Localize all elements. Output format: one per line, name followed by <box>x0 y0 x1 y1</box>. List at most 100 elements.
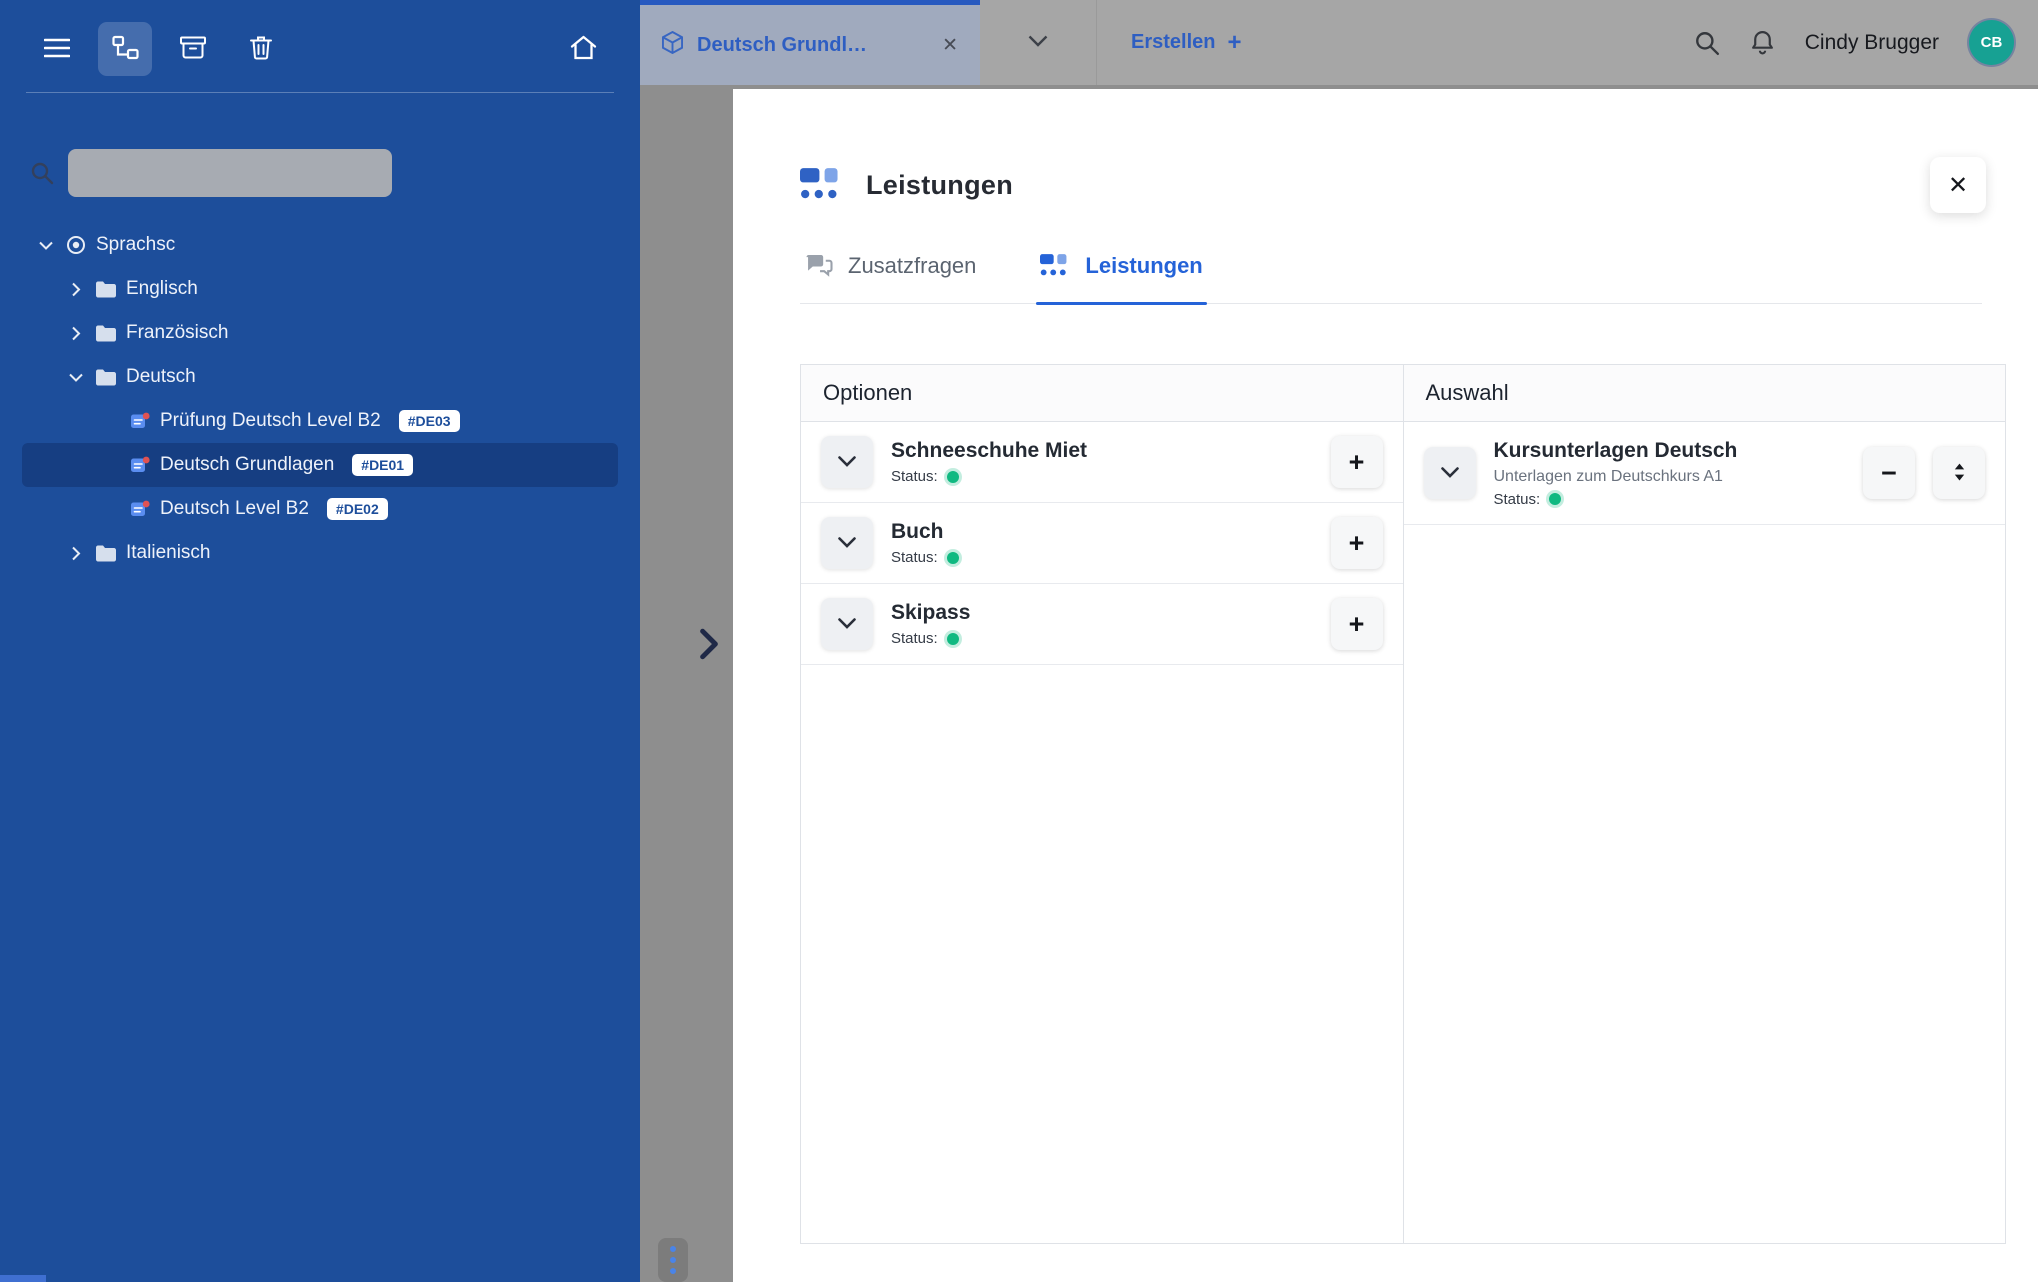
tree-item-label: Deutsch <box>126 366 196 387</box>
tree-item-deutsch-grundlagen[interactable]: Deutsch Grundlagen #DE01 <box>22 443 618 487</box>
option-row-schneeschuhe: Schneeschuhe Miet Status: + <box>801 422 1403 503</box>
tree-search-input[interactable] <box>68 149 392 197</box>
expand-selection-button[interactable] <box>1423 447 1476 499</box>
chevron-right-icon[interactable] <box>66 282 86 296</box>
tab-zusatzfragen[interactable]: Zusatzfragen <box>800 253 980 303</box>
selection-column: Auswahl Kursunterlagen Deutsch Unterlage… <box>1402 365 2005 1243</box>
option-row-buch: Buch Status: + <box>801 503 1403 584</box>
kebab-handle-icon[interactable] <box>658 1238 688 1282</box>
chevron-down-icon[interactable] <box>36 241 56 250</box>
chevron-right-icon[interactable] <box>66 546 86 560</box>
trash-icon <box>250 35 272 63</box>
avatar-initials: CB <box>1980 34 2003 51</box>
expand-option-button[interactable] <box>821 598 873 650</box>
scrollbar-thumb[interactable] <box>0 1275 46 1282</box>
user-name[interactable]: Cindy Brugger <box>1805 31 1939 55</box>
create-button-label: Erstellen <box>1131 31 1216 53</box>
reorder-button[interactable] <box>1933 447 1985 499</box>
tree-item-sprachsc[interactable]: Sprachsc <box>22 223 618 267</box>
status-line: Status: <box>1494 491 1842 508</box>
tree-item-label: Deutsch Grundlagen <box>160 454 335 475</box>
options-header: Optionen <box>801 365 1403 422</box>
add-option-button[interactable]: + <box>1330 517 1383 569</box>
tree-item-label: Englisch <box>126 278 198 299</box>
option-row-skipass: Skipass Status: + <box>801 584 1403 665</box>
option-main: Schneeschuhe Miet Status: <box>891 439 1313 485</box>
status-label: Status: <box>891 468 938 485</box>
leistungen-icon <box>800 168 844 202</box>
tab-list-dropdown[interactable] <box>980 0 1097 85</box>
target-icon <box>66 235 86 255</box>
transfer-columns: Optionen Schneeschuhe Miet Status: + Buc… <box>800 364 2006 1244</box>
remove-selection-button[interactable]: − <box>1863 447 1915 499</box>
status-line: Status: <box>891 549 1313 566</box>
sidebar-divider <box>26 92 614 93</box>
sidebar: Sprachsc Englisch Französisch Deutsch Pr… <box>0 0 640 1282</box>
menu-button[interactable] <box>30 22 84 76</box>
tab-label: Zusatzfragen <box>848 253 977 278</box>
chevron-down-icon <box>838 617 856 632</box>
create-button[interactable]: Erstellen + <box>1097 0 1276 85</box>
tree-item-italienisch[interactable]: Italienisch <box>22 531 618 575</box>
status-dot-icon <box>946 551 959 564</box>
notifications-bell-icon[interactable] <box>1750 29 1775 56</box>
hamburger-icon <box>43 38 71 61</box>
chevron-down-icon <box>1028 34 1048 52</box>
tab-label: Deutsch Grundl… <box>697 33 868 56</box>
option-main: Skipass Status: <box>891 601 1313 647</box>
add-option-button[interactable]: + <box>1330 436 1383 488</box>
tree-item-deutsch-level-b2[interactable]: Deutsch Level B2 #DE02 <box>22 487 618 531</box>
expand-option-button[interactable] <box>821 436 873 488</box>
selection-subtitle: Unterlagen zum Deutschkurs A1 <box>1493 467 1723 485</box>
course-code-badge: #DE03 <box>398 409 460 433</box>
folder-icon <box>96 369 116 386</box>
course-code-badge: #DE02 <box>326 497 388 521</box>
chevron-down-icon <box>838 455 856 470</box>
course-tree: Sprachsc Englisch Französisch Deutsch Pr… <box>0 223 640 575</box>
panel-header: Leistungen ✕ <box>800 157 1986 213</box>
tree-item-deutsch[interactable]: Deutsch <box>22 355 618 399</box>
course-cube-icon <box>662 30 683 59</box>
sidebar-toolbar <box>0 0 640 92</box>
archive-button[interactable] <box>166 22 220 76</box>
course-code-badge: #DE01 <box>352 453 414 477</box>
panel-title: Leistungen <box>866 169 1014 200</box>
status-dot-icon <box>946 470 959 483</box>
sort-arrows-icon <box>1952 458 1967 489</box>
leistungen-panel: Leistungen ✕ Zusatzfragen Leistungen Opt… <box>733 89 2038 1282</box>
status-line: Status: <box>891 630 1313 647</box>
trash-button[interactable] <box>234 22 288 76</box>
tree-item-pruefung-deutsch-b2[interactable]: Prüfung Deutsch Level B2 #DE03 <box>22 399 618 443</box>
tree-item-englisch[interactable]: Englisch <box>22 267 618 311</box>
topbar: Deutsch Grundl… ✕ Erstellen + Cindy Brug… <box>640 0 2038 85</box>
global-search-icon[interactable] <box>1694 30 1720 56</box>
tab-close-icon[interactable]: ✕ <box>942 34 958 57</box>
status-label: Status: <box>891 549 938 566</box>
status-dot-icon <box>1549 493 1562 505</box>
search-icon <box>30 161 54 185</box>
options-column: Optionen Schneeschuhe Miet Status: + Buc… <box>801 365 1403 1243</box>
tree-item-franzoesisch[interactable]: Französisch <box>22 311 618 355</box>
selection-main: Kursunterlagen Deutsch Unterlagen zum De… <box>1494 439 1842 508</box>
folder-icon <box>96 325 116 342</box>
chevron-down-icon <box>838 536 856 551</box>
tree-item-label: Sprachsc <box>96 234 176 255</box>
expand-panel-button[interactable] <box>698 628 720 663</box>
chevron-down-icon[interactable] <box>66 373 86 382</box>
tab-deutsch-grundlagen[interactable]: Deutsch Grundl… ✕ <box>640 0 980 85</box>
status-dot-icon <box>946 632 959 645</box>
tab-leistungen[interactable]: Leistungen <box>1036 253 1208 305</box>
close-panel-button[interactable]: ✕ <box>1930 157 1986 213</box>
archive-icon <box>180 36 206 63</box>
panel-tabs: Zusatzfragen Leistungen <box>800 253 1982 305</box>
add-option-button[interactable]: + <box>1330 598 1383 650</box>
expand-option-button[interactable] <box>821 517 873 569</box>
avatar[interactable]: CB <box>1969 20 2014 65</box>
chevron-down-icon <box>1440 466 1459 481</box>
option-title: Skipass <box>891 601 971 624</box>
sidebar-search <box>30 149 640 197</box>
tree-item-label: Französisch <box>126 322 229 343</box>
tree-view-button[interactable] <box>98 22 152 76</box>
chevron-right-icon[interactable] <box>66 326 86 340</box>
home-button[interactable] <box>556 22 610 76</box>
